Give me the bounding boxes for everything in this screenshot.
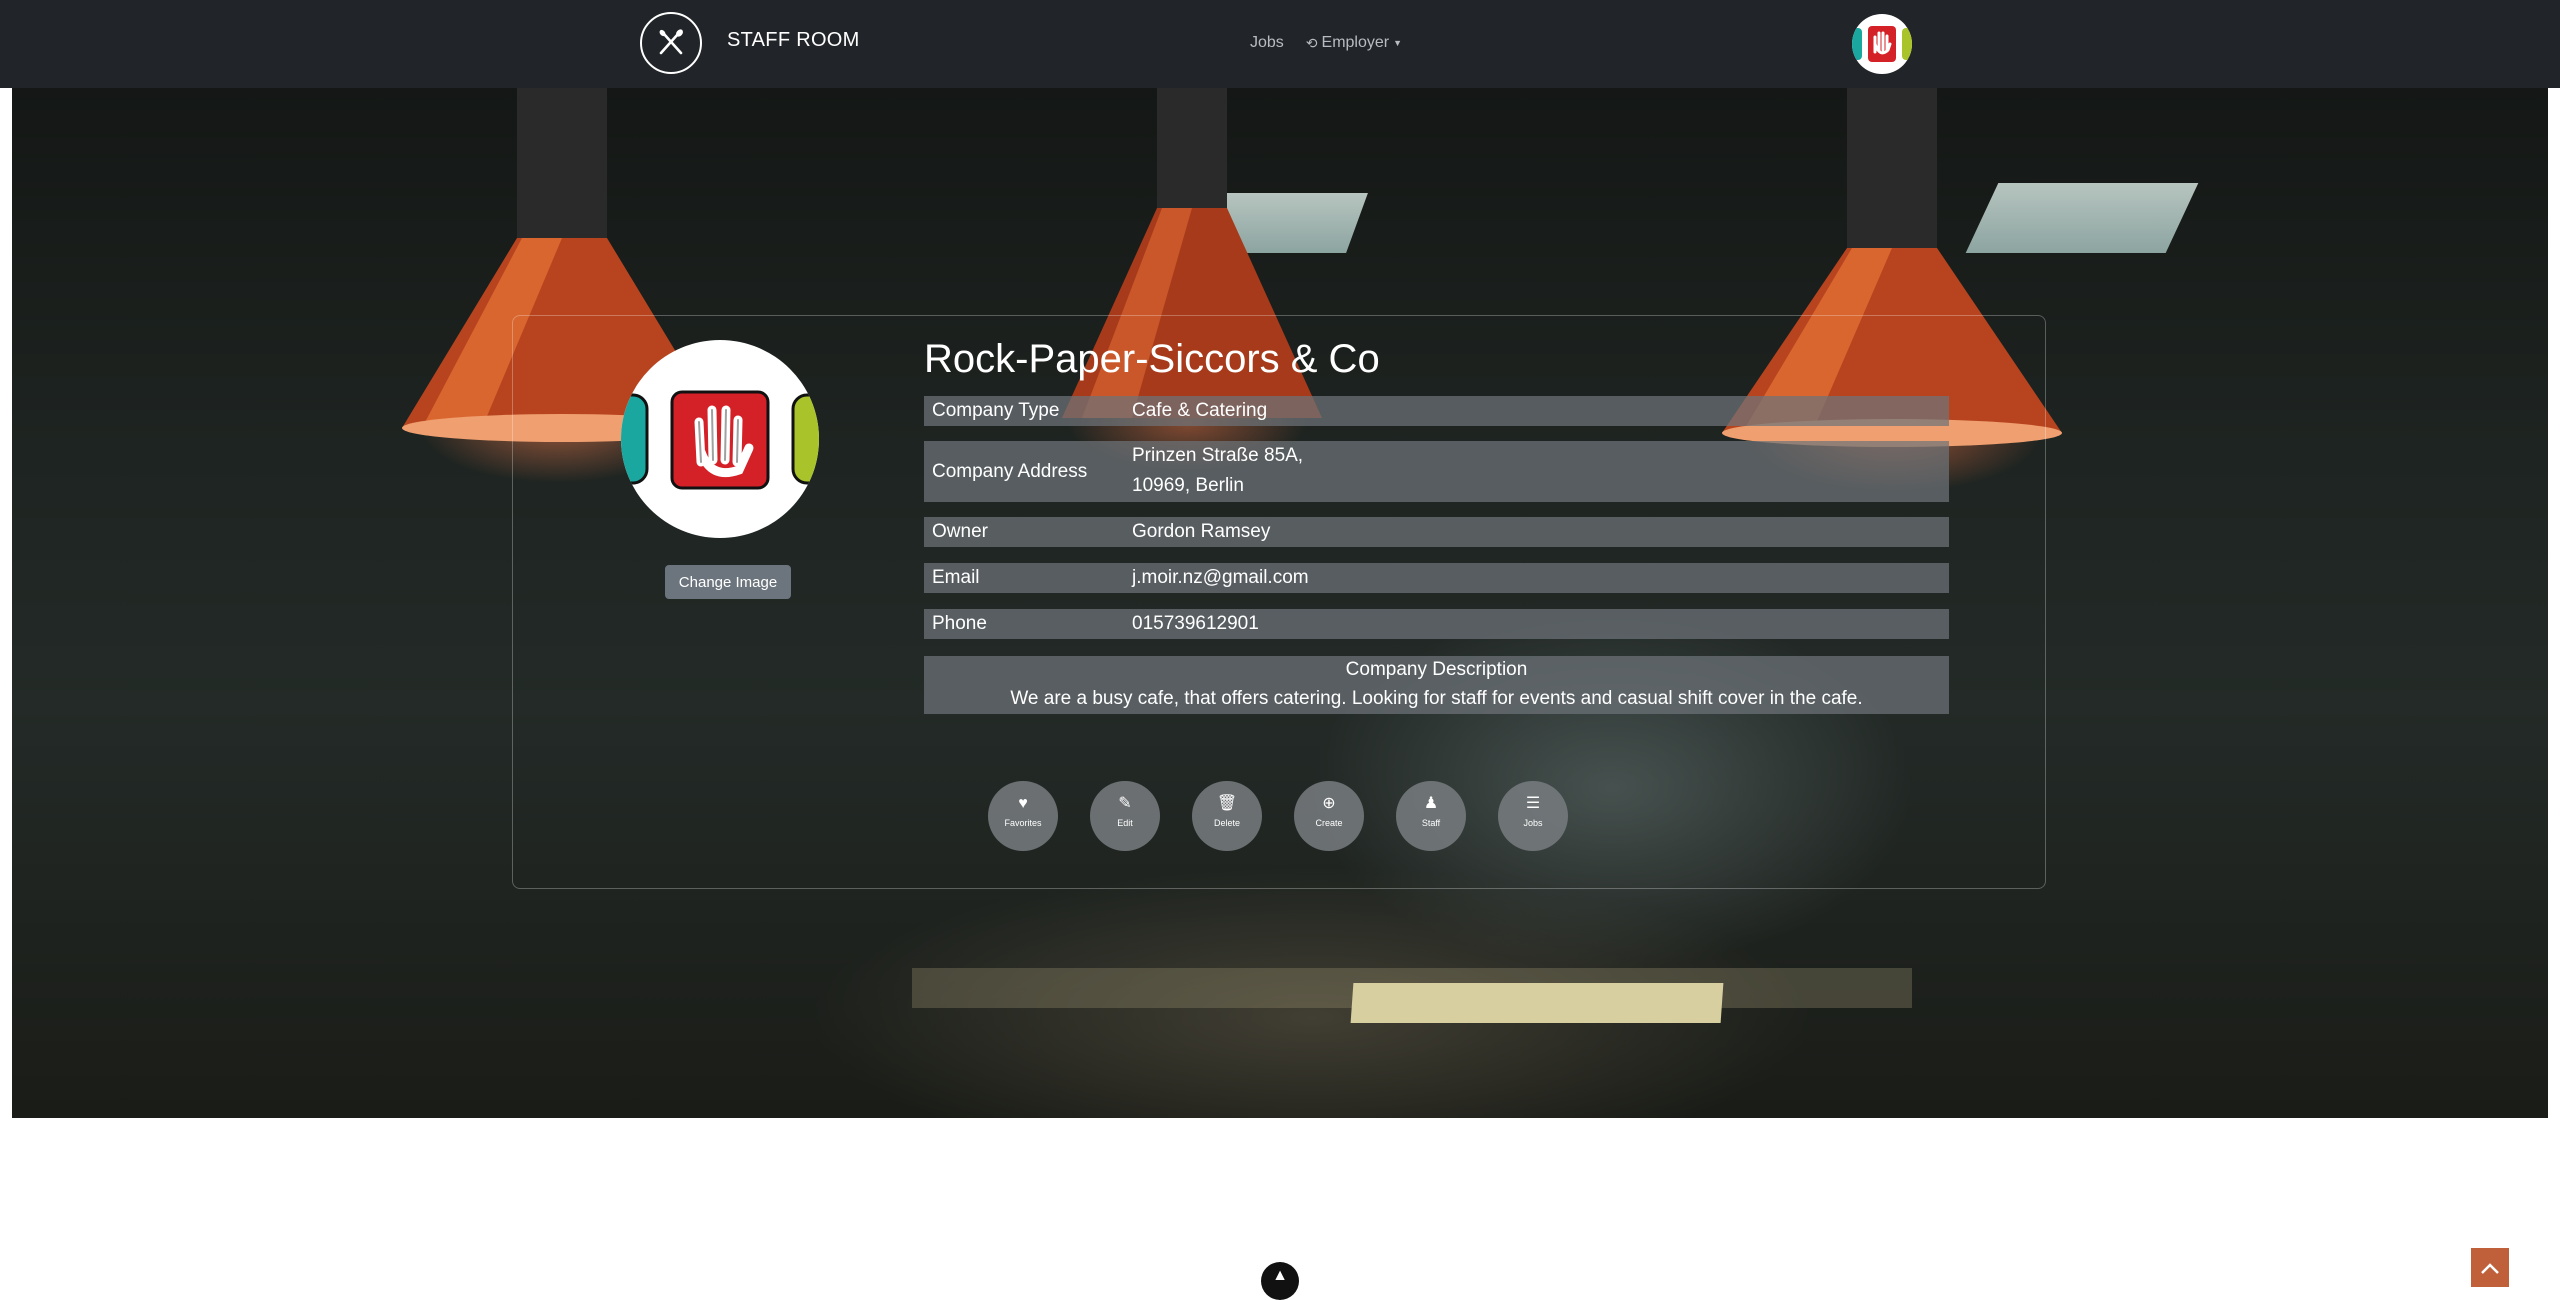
crossed-utensils-icon [659, 29, 683, 55]
label-company-type: Company Type [932, 400, 1060, 421]
chevron-up-icon: ▲ [1272, 1267, 1288, 1284]
trash-icon: 🗑︎ [1216, 795, 1238, 812]
value-address-line2: 10969, Berlin [1132, 475, 1244, 496]
delete-button[interactable]: 🗑︎ Delete [1192, 781, 1262, 851]
create-label: Create [1315, 818, 1343, 828]
label-company-address: Company Address [932, 461, 1088, 482]
back-to-top-button[interactable] [2471, 1248, 2509, 1287]
info-row-phone: Phone 015739612901 [924, 609, 1949, 639]
staff-button[interactable]: ♟ Staff [1396, 781, 1466, 851]
jobs-button[interactable]: ☰ Jobs [1498, 781, 1568, 851]
edit-label: Edit [1117, 818, 1133, 828]
label-owner: Owner [932, 521, 988, 542]
value-address-line1: Prinzen Straße 85A, [1132, 445, 1304, 466]
plus-circle-icon: ⊕ [1322, 795, 1336, 812]
description-title: Company Description [1345, 659, 1528, 680]
navbar: STAFF ROOM Jobs ⟲ Employer ▼ [0, 0, 2560, 88]
company-logo [1852, 26, 1912, 62]
company-name: Rock-Paper-Siccors & Co [924, 337, 1380, 381]
person-icon: ♟ [1423, 795, 1439, 812]
brand-logo[interactable] [640, 12, 702, 74]
label-phone: Phone [932, 613, 987, 634]
change-image-button[interactable]: Change Image [665, 565, 791, 599]
company-logo [621, 390, 819, 490]
info-row-company-type: Company Type Cafe & Catering [924, 396, 1949, 426]
jobs-label: Jobs [1523, 818, 1543, 828]
label-email: Email [932, 567, 980, 588]
edit-button[interactable]: ✎ Edit [1090, 781, 1160, 851]
pencil-icon: ✎ [1118, 795, 1132, 812]
staff-label: Staff [1421, 818, 1441, 828]
value-company-type: Cafe & Catering [1132, 400, 1268, 421]
create-button[interactable]: ⊕ Create [1294, 781, 1364, 851]
nav-dropdown-employer[interactable]: ⟲ Employer ▼ [1306, 34, 1402, 52]
info-row-company-address: Company Address Prinzen Straße 85A, 1096… [924, 441, 1949, 502]
brand-name[interactable]: STAFF ROOM [727, 29, 860, 52]
description-text: We are a busy cafe, that offers catering… [1010, 688, 1863, 709]
caret-down-icon: ▼ [1393, 38, 1403, 48]
favorites-label: Favorites [1004, 818, 1042, 828]
heart-icon: ♥ [1018, 795, 1028, 812]
nav-links: Jobs ⟲ Employer ▼ [1250, 34, 1402, 52]
favorites-button[interactable]: ♥ Favorites [988, 781, 1058, 851]
company-description: Company Description We are a busy cafe, … [924, 656, 1949, 714]
value-email[interactable]: j.moir.nz@gmail.com [1132, 563, 1309, 593]
nav-link-jobs[interactable]: Jobs [1250, 34, 1284, 52]
value-owner: Gordon Ramsey [1132, 521, 1271, 542]
nav-dropdown-employer-label: Employer [1321, 34, 1390, 51]
user-avatar[interactable] [1852, 14, 1912, 74]
list-icon: ☰ [1525, 795, 1541, 812]
history-icon: ⟲ [1305, 34, 1318, 51]
cutting-board [1350, 983, 1724, 1023]
info-row-owner: Owner Gordon Ramsey [924, 517, 1949, 547]
chevron-up-icon [2481, 1262, 2499, 1274]
info-row-email: Email j.moir.nz@gmail.com [924, 563, 1949, 593]
footer-toggle[interactable]: ▲ [1261, 1262, 1299, 1300]
delete-label: Delete [1213, 818, 1240, 828]
value-phone: 015739612901 [1132, 613, 1259, 634]
company-avatar [621, 340, 819, 538]
